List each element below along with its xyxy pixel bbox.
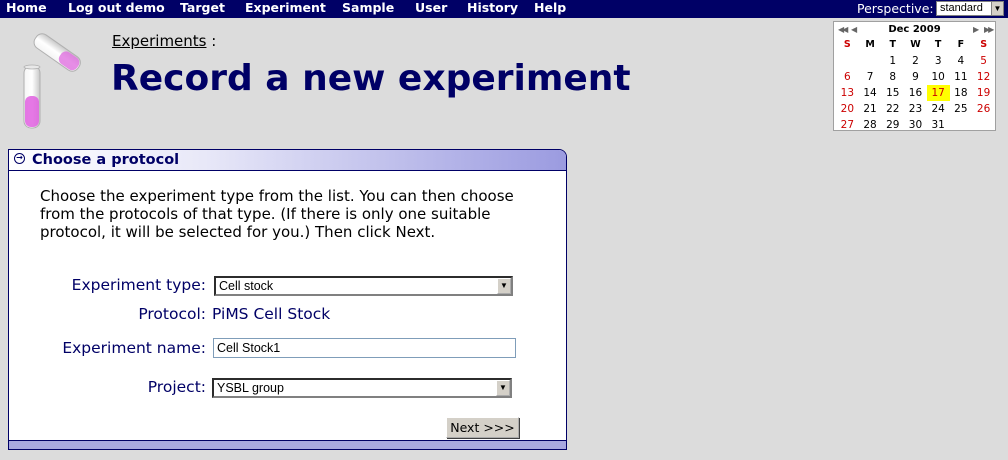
calendar-day[interactable]: 18	[950, 85, 973, 101]
calendar-empty-cell	[972, 117, 995, 133]
calendar-day[interactable]: 3	[927, 53, 950, 69]
calendar-day[interactable]: 2	[904, 53, 927, 69]
calendar-day[interactable]: 25	[950, 101, 973, 117]
next-year-icon[interactable]: ▶▶	[984, 25, 994, 34]
calendar-day[interactable]: 28	[859, 117, 882, 133]
perspective-label: Perspective:	[857, 1, 934, 16]
nav-help[interactable]: Help	[534, 0, 566, 18]
calendar-day[interactable]: 29	[881, 117, 904, 133]
calendar-day[interactable]: 7	[859, 69, 882, 85]
calendar-dow-label: T	[934, 39, 942, 50]
chevron-down-icon[interactable]: ▼	[991, 2, 1003, 15]
experiment-name-value: Cell Stock1	[217, 341, 281, 355]
choose-protocol-panel: → Choose a protocol Choose the experimen…	[8, 149, 567, 450]
calendar-day[interactable]: 22	[881, 101, 904, 117]
calendar-day[interactable]: 8	[881, 69, 904, 85]
protocol-label: Protocol:	[138, 305, 206, 323]
calendar-day[interactable]: 1	[881, 53, 904, 69]
calendar-day[interactable]: 15	[881, 85, 904, 101]
calendar-dow-label: W	[910, 39, 921, 50]
calendar-day[interactable]: 5	[972, 53, 995, 69]
calendar-empty-cell	[859, 53, 882, 69]
calendar-dow-label: S	[843, 39, 851, 50]
panel-header: → Choose a protocol	[9, 150, 566, 171]
page-title: Record a new experiment	[111, 58, 631, 99]
calendar-day[interactable]: 9	[904, 69, 927, 85]
calendar-day[interactable]: 14	[859, 85, 882, 101]
calendar-day[interactable]: 21	[859, 101, 882, 117]
instructions-text: Choose the experiment type from the list…	[40, 187, 514, 241]
calendar-dow-label: S	[980, 39, 988, 50]
test-tubes-logo	[23, 33, 81, 129]
top-nav-bar: Home Log out demo Target Experiment Samp…	[0, 0, 1008, 18]
calendar-day[interactable]: 10	[927, 69, 950, 85]
breadcrumb-separator: :	[206, 32, 217, 50]
calendar-dow-label: M	[865, 39, 875, 50]
experiment-name-label: Experiment name:	[62, 339, 206, 357]
calendar-day[interactable]: 6	[836, 69, 859, 85]
calendar-day[interactable]: 16	[904, 85, 927, 101]
nav-home[interactable]: Home	[6, 0, 47, 18]
panel-title: Choose a protocol	[32, 152, 180, 168]
protocol-value: PiMS Cell Stock	[212, 305, 331, 323]
calendar-header: ◀◀ ◀ Dec 2009 ▶ ▶▶	[834, 23, 995, 36]
calendar-day[interactable]: 24	[927, 101, 950, 117]
calendar-dow-label: T	[889, 39, 896, 50]
calendar-empty-cell	[950, 117, 973, 133]
chevron-down-icon[interactable]: ▼	[496, 380, 510, 396]
experiment-type-label: Experiment type:	[71, 276, 206, 294]
calendar-day[interactable]: 19	[972, 85, 995, 101]
nav-sample[interactable]: Sample	[342, 0, 394, 18]
calendar-widget: ◀◀ ◀ Dec 2009 ▶ ▶▶ S M T W T F S 1 2 3 4 5 6 7 8 9 10 11 1…	[833, 21, 996, 131]
next-month-icon[interactable]: ▶	[973, 25, 979, 34]
nav-history[interactable]: History	[467, 0, 518, 18]
calendar-day[interactable]: 12	[972, 69, 995, 85]
experiment-type-select[interactable]: Cell stock ▼	[214, 276, 513, 296]
nav-experiment[interactable]: Experiment	[245, 0, 326, 18]
next-button[interactable]: Next >>>	[446, 417, 519, 438]
calendar-grid: S M T W T F S 1 2 3 4 5 6 7 8 9 10 11 12 13 14 15 16 17 18 19 20 21…	[836, 37, 995, 133]
breadcrumb-experiments-link[interactable]: Experiments	[112, 32, 206, 50]
calendar-day[interactable]: 23	[904, 101, 927, 117]
calendar-day[interactable]: 27	[836, 117, 859, 133]
chevron-down-icon[interactable]: ▼	[497, 278, 511, 294]
calendar-day[interactable]: 13	[836, 85, 859, 101]
arrow-circle-icon: →	[14, 153, 25, 164]
calendar-day[interactable]: 26	[972, 101, 995, 117]
calendar-month: Dec 2009	[888, 24, 941, 35]
experiment-name-field[interactable]: Cell Stock1	[213, 338, 516, 358]
panel-footer	[9, 440, 566, 449]
nav-target[interactable]: Target	[180, 0, 225, 18]
nav-logout[interactable]: Log out demo	[68, 0, 165, 18]
calendar-day[interactable]: 20	[836, 101, 859, 117]
breadcrumb: Experiments :	[112, 32, 216, 50]
nav-user[interactable]: User	[415, 0, 447, 18]
experiment-type-value: Cell stock	[219, 279, 274, 293]
perspective-value: standard	[940, 2, 983, 14]
perspective-select[interactable]: standard ▼	[936, 1, 1004, 16]
calendar-day[interactable]: 4	[950, 53, 973, 69]
calendar-day[interactable]: 30	[904, 117, 927, 133]
calendar-day[interactable]: 31	[927, 117, 950, 133]
project-select[interactable]: YSBL group ▼	[212, 378, 512, 398]
calendar-dow-label: F	[957, 39, 965, 50]
project-value: YSBL group	[217, 381, 284, 395]
calendar-day[interactable]: 17	[926, 85, 950, 101]
calendar-day[interactable]: 11	[950, 69, 973, 85]
project-label: Project:	[147, 378, 206, 396]
calendar-empty-cell	[836, 53, 859, 69]
